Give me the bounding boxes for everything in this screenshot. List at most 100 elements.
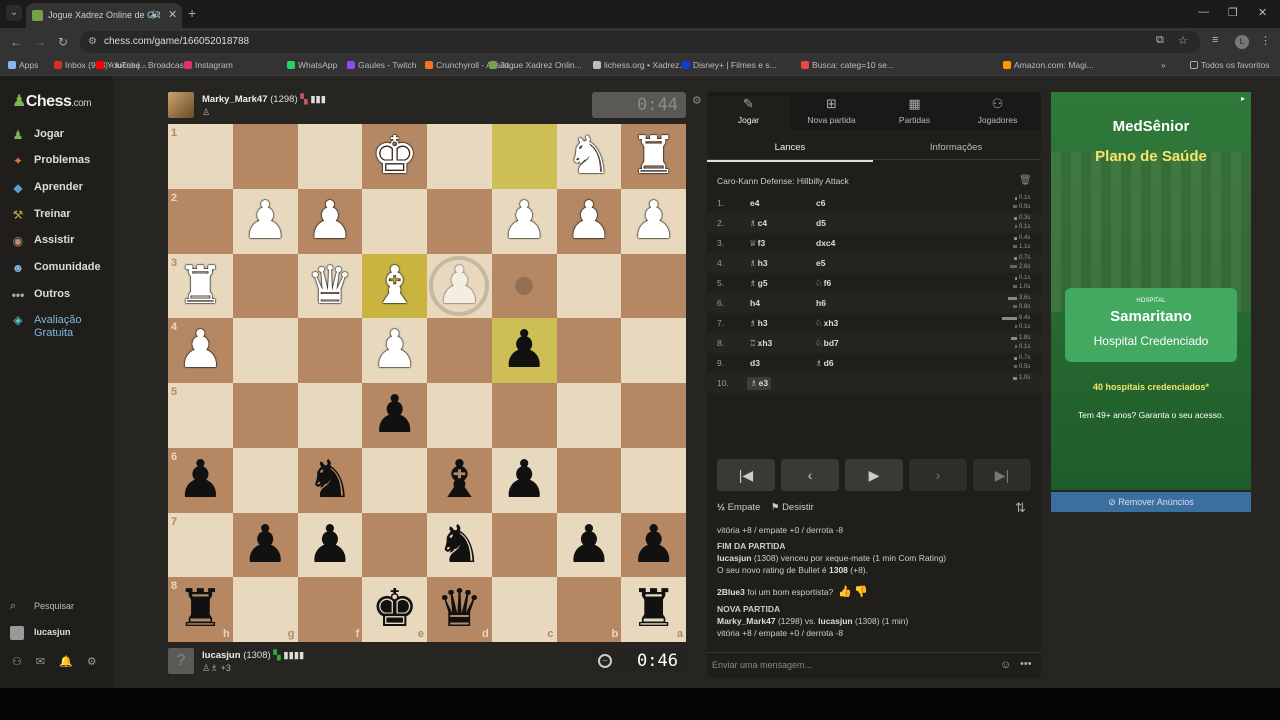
board-square[interactable]: ♟ [556, 512, 622, 578]
ad-close-icon[interactable]: ▸ [1241, 94, 1245, 103]
browser-tab[interactable]: Jogue Xadrez Online de GR 🔈 ✕ [26, 3, 182, 28]
bottom-player-avatar[interactable]: ? [168, 648, 194, 674]
board-square[interactable]: g [232, 577, 298, 642]
white-pawn-icon[interactable]: ♟ [492, 189, 557, 254]
white-pawn-icon[interactable]: ♟ [233, 189, 298, 254]
first-move-button[interactable]: |◀ [717, 459, 775, 491]
board-square[interactable] [491, 124, 557, 189]
bookmark-item[interactable]: Gaules - Twitch [347, 60, 416, 70]
board-square[interactable]: 7 [168, 512, 233, 578]
sidebar-item-comunidade[interactable]: ☻ Comunidade [10, 261, 110, 281]
white-move[interactable]: ♗e3 [747, 377, 772, 390]
board-square[interactable]: ♟ [362, 318, 427, 383]
browser-menu-icon[interactable]: ⋮ [1260, 34, 1271, 47]
white-pawn-icon[interactable]: ♟ [362, 318, 427, 383]
board-square[interactable]: 8 h ♜ [168, 577, 233, 642]
board-square[interactable]: ♟ [297, 188, 363, 254]
board-square[interactable] [427, 124, 492, 189]
board-square[interactable] [621, 447, 686, 513]
minimize-icon[interactable]: — [1198, 6, 1209, 18]
black-move[interactable]: ♘xh3 [815, 318, 838, 329]
black-pawn-icon[interactable]: ♟ [492, 448, 557, 513]
white-king-icon[interactable]: ♚ [362, 124, 427, 189]
chat-username[interactable]: 2Blue3 [717, 587, 745, 597]
board-square[interactable] [232, 447, 298, 513]
tab-nova-partida[interactable]: ⊞ Nova partida [790, 96, 873, 130]
board-square[interactable]: e ♚ [362, 577, 427, 642]
board-square[interactable]: ♟ [491, 447, 557, 513]
play-button[interactable]: ▶ [845, 459, 903, 491]
resign-button[interactable]: ⚑ Desistir [771, 502, 814, 513]
trash-icon[interactable]: 🗑 [1019, 175, 1032, 186]
chat-username[interactable]: lucasjun [818, 616, 852, 626]
friends-icon[interactable]: ⚇ [12, 656, 36, 668]
black-move[interactable]: dxc4 [815, 238, 835, 248]
white-pawn-icon[interactable]: ♟ [557, 189, 622, 254]
board-square[interactable] [491, 383, 557, 448]
board-square[interactable]: ♚ [362, 124, 427, 189]
board-square[interactable] [556, 318, 622, 383]
board-square[interactable] [362, 512, 427, 578]
bookmark-item[interactable]: Jogue Xadrez Onlin... [489, 60, 582, 70]
board-square[interactable]: ♟ [491, 188, 557, 254]
bottom-player-name[interactable]: lucasjun (1308) ▚ ▮▮▮▮ [202, 650, 304, 661]
chat-username[interactable]: Marky_Mark47 [717, 616, 776, 626]
board-square[interactable]: a ♜ [621, 577, 686, 642]
board-square[interactable]: c [491, 577, 557, 642]
last-move-button[interactable]: ▶| [973, 459, 1031, 491]
remove-ads-button[interactable]: ⊘ Remover Anúncios [1051, 492, 1251, 512]
black-king-icon[interactable]: ♚ [362, 577, 427, 642]
user-link[interactable]: lucasjun [10, 626, 71, 640]
white-move[interactable]: ♕f3 [749, 238, 765, 249]
close-tab-icon[interactable]: ✕ [168, 8, 177, 21]
white-move[interactable]: ♖xh3 [749, 338, 772, 349]
back-icon[interactable]: ← [10, 35, 22, 49]
board-square[interactable]: ♞ [427, 512, 492, 578]
white-move[interactable]: e4 [749, 198, 759, 208]
move-hint-dot[interactable] [514, 276, 533, 295]
board-square[interactable]: 3 ♜ [168, 253, 233, 319]
sidebar-item-problemas[interactable]: ✦ Problemas [10, 154, 110, 174]
board-square[interactable] [232, 383, 298, 448]
reload-icon[interactable]: ↻ [58, 35, 68, 49]
board-square[interactable] [491, 253, 557, 319]
bookmark-item[interactable]: lichess.org • Xadrez... [593, 60, 686, 70]
thumbs-down-icon[interactable]: 👎 [854, 586, 868, 598]
black-pawn-icon[interactable]: ♟ [621, 513, 686, 578]
black-move[interactable]: c6 [815, 198, 825, 208]
board-square[interactable] [427, 383, 492, 448]
bookmark-item[interactable]: Instagram [184, 60, 233, 70]
black-queen-icon[interactable]: ♛ [427, 577, 492, 642]
black-pawn-icon[interactable]: ♟ [557, 513, 622, 578]
all-bookmarks-folder[interactable]: Todos os favoritos [1190, 60, 1270, 70]
tab-partidas[interactable]: ▦ Partidas [873, 96, 956, 130]
site-info-icon[interactable]: ⚙ [88, 36, 97, 47]
white-move[interactable]: ♗h3 [749, 258, 768, 269]
chess-board[interactable]: 1 ♚ ♞ ♜ 2 ♟ ♟ ♟ ♟ ♟ 3 ♜ ♛ ♝ ♟ 4 ♟ ♟ ♟ 5 ♟ 6 ♟ ♞ ♝ ♟ 7 ♟ ♟ ♞ ♟ ♟ 8 h ♜ g f e ♚ d… [168, 124, 686, 642]
white-queen-icon[interactable]: ♛ [298, 254, 363, 319]
reading-list-icon[interactable]: ≡ [1212, 34, 1218, 46]
black-rook-icon[interactable]: ♜ [168, 577, 233, 642]
board-square[interactable]: ♟ [621, 188, 686, 254]
opening-name[interactable]: Caro-Kann Defense: Hillbilly Attack [717, 176, 849, 186]
black-move[interactable]: ♘bd7 [815, 338, 839, 349]
white-pawn-icon[interactable]: ♟ [621, 189, 686, 254]
board-square[interactable]: 5 [168, 383, 233, 448]
black-pawn-icon[interactable]: ♟ [233, 513, 298, 578]
bookmark-item[interactable]: Apps [8, 60, 38, 70]
speaker-icon[interactable]: 🔈 [150, 9, 162, 20]
board-square[interactable] [491, 512, 557, 578]
board-square[interactable]: ♟ [556, 188, 622, 254]
board-square[interactable] [556, 383, 622, 448]
board-square[interactable] [362, 188, 427, 254]
bookmark-item[interactable]: WhatsApp [287, 60, 337, 70]
thumbs-up-icon[interactable]: 👍 [838, 586, 852, 598]
tab-informacoes[interactable]: Informações [873, 142, 1039, 153]
bookmark-item[interactable]: Busca: categ=10 se... [801, 60, 894, 70]
board-square[interactable]: ♜ [621, 124, 686, 189]
white-knight-icon[interactable]: ♞ [557, 124, 622, 189]
emoji-icon[interactable]: ☺ [1000, 659, 1011, 671]
board-square[interactable] [427, 318, 492, 383]
board-square[interactable]: ♞ [556, 124, 622, 189]
chesscom-logo[interactable]: ♟Chess.com [12, 91, 92, 111]
